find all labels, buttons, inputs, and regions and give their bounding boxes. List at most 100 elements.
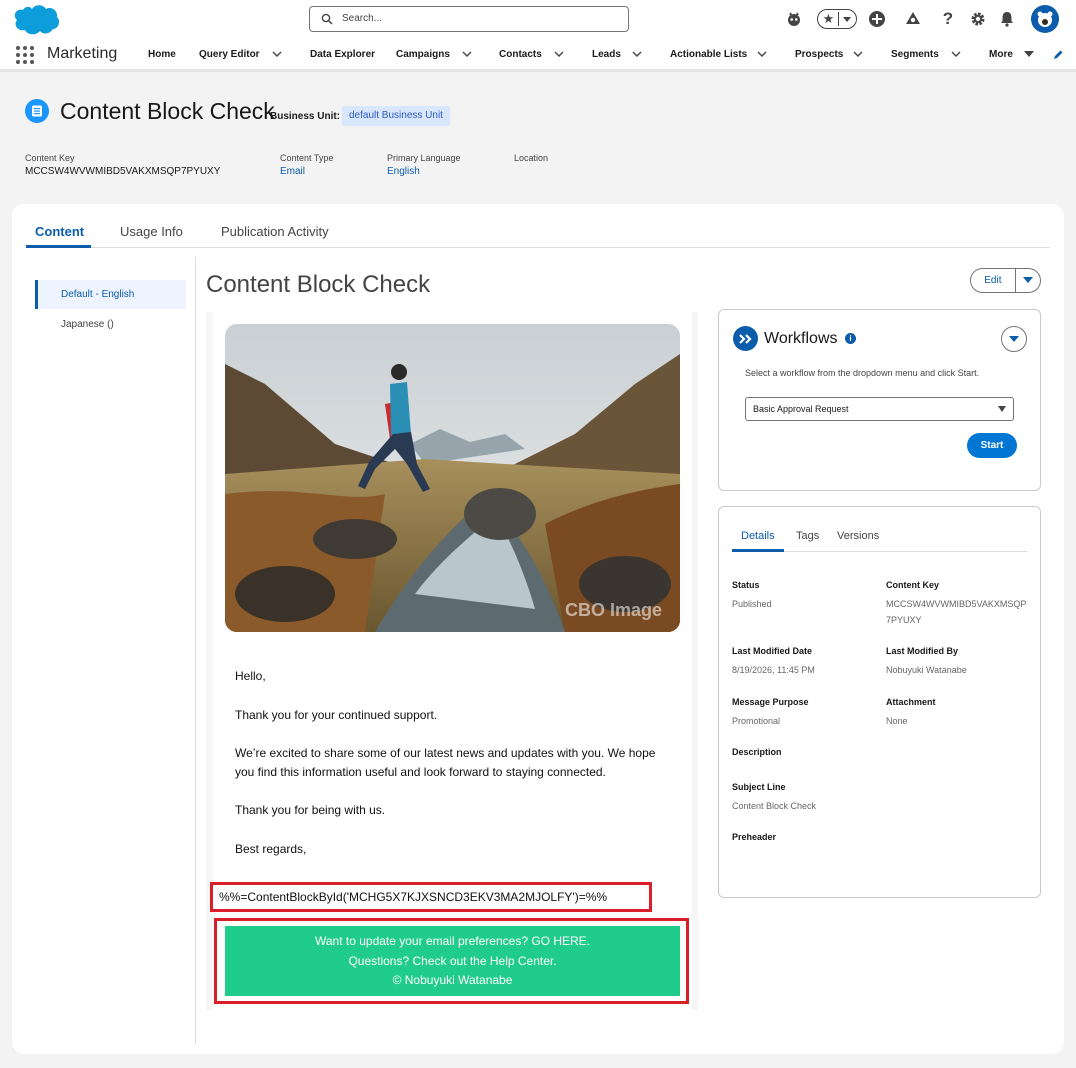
nav-item-actionable-lists[interactable]: Actionable Lists [670, 49, 747, 60]
favorites-button[interactable]: ★ [817, 9, 857, 29]
tab-versions[interactable]: Versions [837, 530, 879, 542]
last-modified-by-label: Last Modified By [886, 646, 959, 656]
subject-line-value: Content Block Check [732, 801, 817, 811]
nav-item-data-explorer[interactable]: Data Explorer [310, 49, 375, 60]
avatar[interactable] [1031, 5, 1059, 33]
status-label: Status [732, 580, 760, 590]
caret-down-icon [1022, 277, 1033, 283]
tab-publication-activity[interactable]: Publication Activity [221, 224, 329, 239]
help-icon[interactable]: ? [938, 8, 958, 30]
chevron-down-icon[interactable] [554, 50, 564, 58]
tab-usage-info[interactable]: Usage Info [120, 224, 183, 239]
bell-icon[interactable] [997, 8, 1017, 30]
chevron-down-icon[interactable] [632, 50, 642, 58]
workflows-menu-button[interactable] [1001, 326, 1027, 352]
content-record-icon [25, 99, 49, 123]
caret-down-icon [1009, 335, 1019, 342]
tab-details[interactable]: Details [741, 530, 775, 542]
record-title: Content Block Check [60, 98, 275, 124]
active-tab-indicator [732, 549, 784, 552]
panel-divider [195, 257, 196, 1044]
last-modified-by-value: Nobuyuki Watanabe [886, 665, 967, 675]
email-paragraph-2: We’re excited to share some of our lates… [235, 746, 656, 779]
global-search-input[interactable]: Search... [309, 6, 629, 32]
edit-button[interactable]: Edit [971, 269, 1016, 292]
app-name: Marketing [47, 45, 118, 62]
caret-down-icon[interactable] [1024, 51, 1034, 58]
primary-language-value[interactable]: English [387, 166, 420, 177]
preheader-label: Preheader [732, 832, 777, 842]
hero-watermark: CBO Image [565, 600, 662, 620]
nav-item-segments[interactable]: Segments [891, 49, 939, 60]
business-unit-badge: default Business Unit [342, 106, 450, 126]
nav-item-prospects[interactable]: Prospects [795, 49, 843, 60]
language-item-japanese[interactable]: Japanese () [35, 310, 186, 339]
workflow-select[interactable]: Basic Approval Request [745, 397, 1014, 421]
trailhead-icon[interactable] [903, 8, 923, 30]
email-paragraph-3: Thank you for being with us. [235, 803, 386, 817]
chevron-down-icon[interactable] [462, 50, 472, 58]
gear-icon[interactable] [968, 8, 988, 30]
content-title: Content Block Check [206, 271, 431, 298]
record-tabs: Content Usage Info Publication Activity [26, 222, 1050, 248]
attachment-label: Attachment [886, 697, 936, 707]
highlight-box-footer [214, 918, 689, 1004]
tab-tags[interactable]: Tags [796, 530, 819, 542]
start-button[interactable]: Start [967, 433, 1017, 458]
details-tabs: Details Tags Versions [732, 526, 1027, 552]
nav-item-contacts[interactable]: Contacts [499, 49, 542, 60]
primary-language-label: Primary Language [387, 153, 461, 163]
star-icon: ★ [822, 11, 835, 26]
content-type-label: Content Type [280, 153, 334, 163]
chevron-down-icon[interactable] [853, 50, 863, 58]
content-type-value[interactable]: Email [280, 166, 305, 177]
edit-menu-button[interactable] [1016, 269, 1040, 292]
nav-item-query-editor[interactable]: Query Editor [199, 49, 260, 60]
caret-down-icon [998, 406, 1006, 412]
edit-nav-icon[interactable] [1052, 49, 1064, 61]
nav-item-home[interactable]: Home [148, 49, 176, 60]
language-item-default-english[interactable]: Default - English [35, 280, 186, 309]
tab-content[interactable]: Content [35, 224, 84, 239]
location-label: Location [514, 153, 549, 163]
content-key-value: MCCSW4WVWMIBD5VAKXMSQP7PYUXY [886, 599, 1027, 625]
workflows-icon [733, 326, 758, 351]
workflows-title: Workflows [764, 330, 838, 347]
email-paragraph-1: Thank you for your continued support. [235, 708, 438, 722]
status-value: Published [732, 599, 772, 609]
nav-item-campaigns[interactable]: Campaigns [396, 49, 450, 60]
content-key-label: Content Key [25, 153, 75, 163]
workflows-help-text: Select a workflow from the dropdown menu… [745, 368, 980, 378]
search-placeholder: Search... [342, 13, 383, 24]
last-modified-date-value: 8/19/2026, 11:45 PM [732, 665, 815, 675]
chevron-down-icon[interactable] [757, 50, 767, 58]
business-unit-label: Business Unit: [270, 111, 341, 122]
chevron-down-icon[interactable] [272, 50, 282, 58]
email-greeting: Hello, [235, 669, 266, 683]
edit-button-group: Edit [970, 268, 1041, 293]
highlight-box-ampscript [210, 882, 652, 912]
last-modified-date-label: Last Modified Date [732, 646, 813, 656]
nav-item-more[interactable]: More [989, 49, 1013, 60]
active-tab-indicator [26, 245, 91, 248]
description-label: Description [732, 747, 782, 757]
info-icon[interactable]: i [845, 333, 856, 344]
message-purpose-label: Message Purpose [732, 697, 809, 707]
email-closing: Best regards, [235, 842, 307, 856]
content-key-value: MCCSW4WVWMIBD5VAKXMSQP7PYUXY [25, 166, 221, 177]
add-icon[interactable] [867, 8, 887, 30]
search-icon [321, 13, 333, 25]
navigation-bar: Marketing Home Query Editor Data Explore… [0, 40, 1076, 72]
global-header: Search... ★ ? [0, 0, 1076, 40]
nav-item-leads[interactable]: Leads [592, 49, 621, 60]
content-key-label: Content Key [886, 580, 940, 590]
subject-line-label: Subject Line [732, 782, 786, 792]
chevron-down-icon[interactable] [951, 50, 961, 58]
attachment-value: None [886, 716, 908, 726]
astro-icon[interactable] [784, 8, 804, 30]
chevron-down-icon [843, 16, 852, 22]
salesforce-logo[interactable] [12, 3, 60, 37]
message-purpose-value: Promotional [732, 716, 781, 726]
app-launcher-icon[interactable] [16, 46, 34, 64]
hero-image: CBO Image [225, 324, 680, 632]
